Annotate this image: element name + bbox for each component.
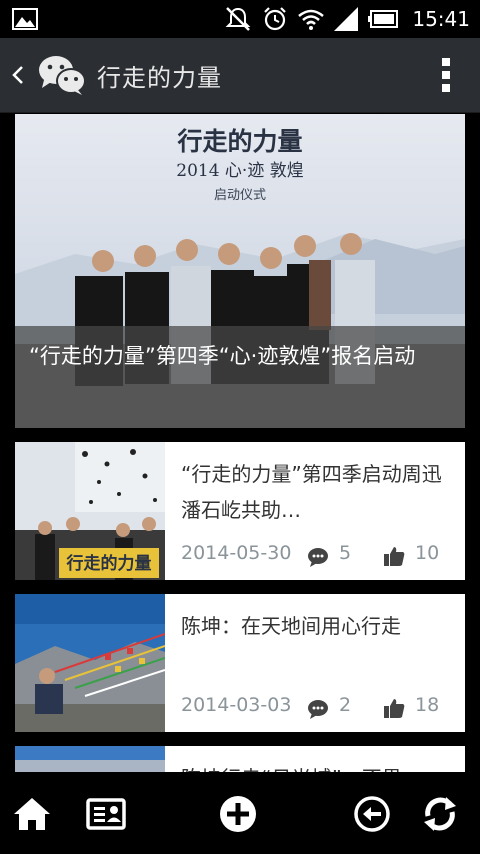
battery-icon: [368, 10, 399, 28]
article-card[interactable]: 行走的力量 “行走的力量”第四季启动周迅潘石屹共助… 2014-05-30 5 …: [15, 442, 465, 580]
article-title: 陈坤行走“日光城”，不畏: [181, 760, 457, 772]
like-count: 18: [415, 694, 440, 716]
comment-count: 2: [339, 694, 352, 716]
svg-text:启动仪式: 启动仪式: [214, 188, 266, 203]
status-icons: 15:41: [224, 0, 470, 38]
action-bar: 行走的力量: [0, 38, 480, 113]
bottom-toolbar: [0, 772, 480, 854]
article-date: 2014-03-03: [181, 694, 292, 716]
article-meta: 2014-05-30 5 10: [181, 542, 451, 572]
add-icon[interactable]: [218, 794, 258, 834]
article-list[interactable]: 行走的力量 2014 心·迹 敦煌 启动仪式 “行走的力量”第四季“心·迹敦煌”…: [0, 112, 480, 772]
wifi-icon: [298, 9, 325, 30]
home-icon[interactable]: [12, 794, 52, 834]
article-date: 2014-05-30: [181, 542, 292, 564]
article-meta: 2014-03-03 2 18: [181, 694, 451, 724]
article-thumbnail: [15, 594, 165, 732]
featured-title: “行走的力量”第四季“心·迹敦煌”报名启动: [29, 344, 416, 368]
featured-article[interactable]: 行走的力量 2014 心·迹 敦煌 启动仪式 “行走的力量”第四季“心·迹敦煌”…: [15, 114, 465, 428]
article-thumbnail: 行走的力量: [15, 442, 165, 580]
svg-text:2014 心·迹 敦煌: 2014 心·迹 敦煌: [176, 161, 303, 181]
article-title: 陈坤：在天地间用心行走: [181, 614, 401, 638]
thumbs-up-icon: [384, 699, 405, 718]
article-card[interactable]: 陈坤行走“日光城”，不畏: [15, 746, 465, 772]
svg-text:行走的力量: 行走的力量: [66, 553, 152, 574]
overflow-menu-icon[interactable]: [442, 58, 450, 92]
article-title: “行走的力量”第四季启动周迅潘石屹共助…: [181, 462, 442, 522]
status-bar: 15:41: [0, 0, 480, 38]
article-thumbnail: [15, 746, 165, 772]
thumbs-up-icon: [384, 547, 405, 566]
signal-icon: [334, 7, 359, 31]
mute-icon: [225, 7, 251, 31]
featured-caption-overlay: “行走的力量”第四季“心·迹敦煌”报名启动: [15, 326, 465, 428]
alarm-icon: [264, 7, 287, 31]
refresh-icon[interactable]: [420, 794, 460, 834]
chevron-left-icon[interactable]: [10, 64, 26, 86]
svg-text:行走的力量: 行走的力量: [176, 127, 302, 156]
like-count: 10: [415, 542, 440, 564]
comment-icon: [308, 700, 328, 719]
article-card-icon[interactable]: [86, 794, 126, 834]
page-title: 行走的力量: [97, 64, 222, 92]
comment-count: 5: [339, 542, 352, 564]
gallery-icon: [12, 8, 38, 30]
article-card[interactable]: 陈坤：在天地间用心行走 2014-03-03 2 18: [15, 594, 465, 732]
status-time: 15:41: [412, 7, 470, 31]
wechat-icon: [39, 56, 86, 95]
back-circle-icon[interactable]: [352, 794, 392, 834]
comment-icon: [308, 548, 328, 567]
